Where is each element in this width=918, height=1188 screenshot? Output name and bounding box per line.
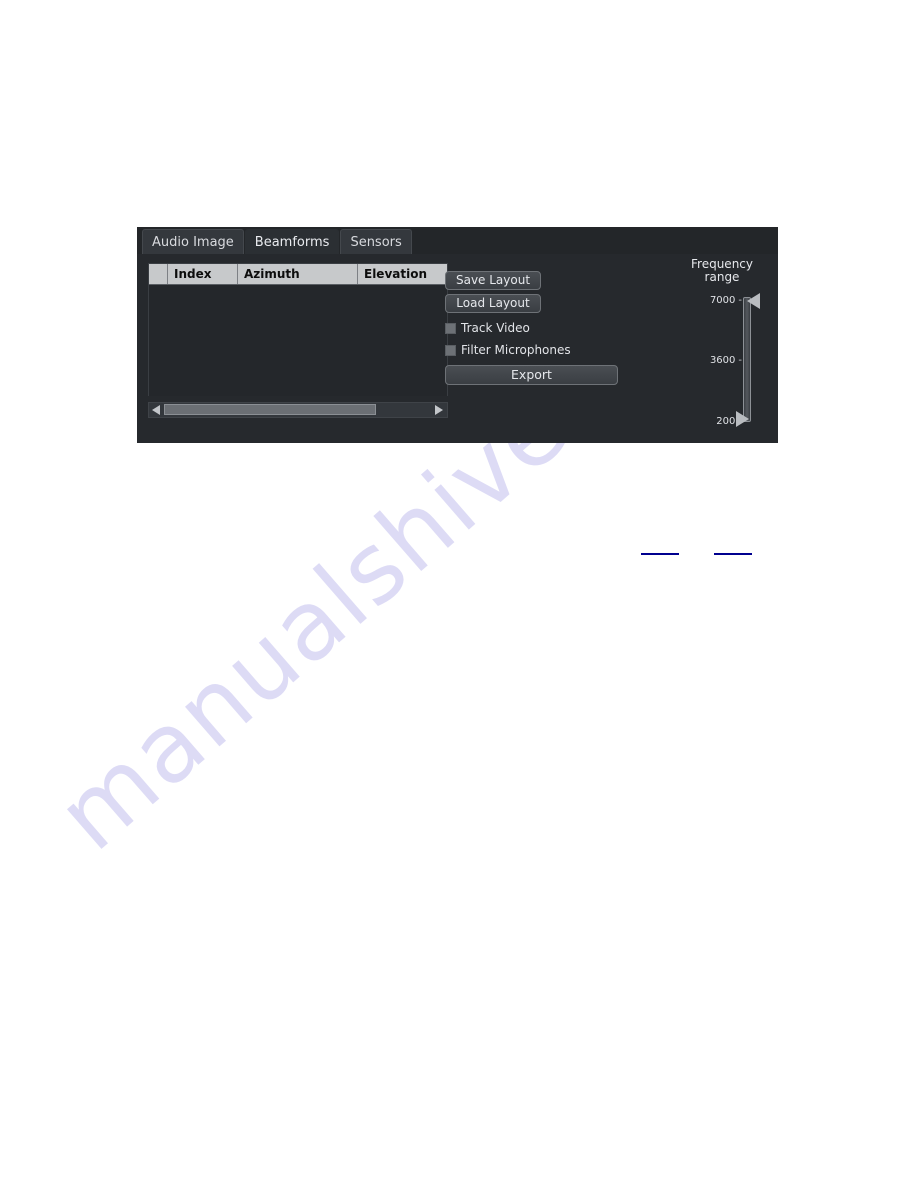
tab-strip: Audio Image Beamforms Sensors — [137, 227, 778, 254]
frequency-slider-thumb-low[interactable] — [736, 411, 749, 427]
table-header-azimuth[interactable]: Azimuth — [238, 264, 358, 284]
frequency-range-title: Frequency range — [677, 258, 767, 284]
link-underline-2[interactable] — [714, 553, 752, 555]
frequency-slider-thumb-high[interactable] — [747, 293, 760, 309]
scrollbar-track[interactable] — [164, 403, 432, 417]
frequency-tick-mid: 3600- — [710, 355, 742, 366]
filter-microphones-label: Filter Microphones — [461, 343, 571, 357]
table-body-empty[interactable] — [149, 285, 447, 396]
link-underline-1[interactable] — [641, 553, 679, 555]
export-button[interactable]: Export — [445, 365, 618, 385]
save-layout-button[interactable]: Save Layout — [445, 271, 541, 290]
filter-microphones-checkbox[interactable] — [445, 344, 456, 356]
frequency-tick-min-value: 200 — [716, 416, 736, 427]
beamforms-panel: Audio Image Beamforms Sensors Index Azim… — [137, 227, 778, 443]
frequency-tick-mid-value: 3600 — [709, 355, 736, 366]
track-video-checkbox-row[interactable]: Track Video — [445, 321, 635, 335]
frequency-title-line2: range — [704, 270, 740, 284]
panel-body: Index Azimuth Elevation Save Layout Load… — [137, 254, 778, 443]
frequency-range-control: Frequency range 7000- 3600- 200- — [675, 258, 771, 438]
triangle-right-icon[interactable] — [432, 403, 447, 417]
track-video-label: Track Video — [461, 321, 530, 335]
table-header-handle[interactable] — [149, 264, 168, 284]
triangle-left-icon[interactable] — [149, 403, 164, 417]
beamform-table: Index Azimuth Elevation — [148, 263, 448, 396]
load-layout-button[interactable]: Load Layout — [445, 294, 541, 313]
frequency-slider-area: 7000- 3600- 200- — [675, 291, 771, 431]
watermark-overlay: manualshive.com — [0, 0, 918, 1188]
frequency-tick-mid-dash: - — [738, 355, 742, 366]
track-video-checkbox[interactable] — [445, 322, 456, 334]
frequency-tick-max: 7000- — [710, 295, 742, 306]
table-header-elevation[interactable]: Elevation — [358, 264, 447, 284]
controls-column: Save Layout Load Layout Track Video Filt… — [445, 271, 635, 385]
frequency-slider-track[interactable] — [743, 297, 751, 422]
filter-microphones-checkbox-row[interactable]: Filter Microphones — [445, 343, 635, 357]
tab-beamforms[interactable]: Beamforms — [244, 229, 340, 254]
frequency-tick-max-dash: - — [738, 295, 742, 306]
table-horizontal-scrollbar[interactable] — [148, 402, 448, 418]
table-header-index[interactable]: Index — [168, 264, 238, 284]
table-header-row: Index Azimuth Elevation — [149, 264, 447, 285]
tab-audio-image[interactable]: Audio Image — [142, 229, 244, 254]
scrollbar-thumb[interactable] — [164, 404, 376, 415]
tab-sensors[interactable]: Sensors — [340, 229, 412, 254]
frequency-tick-max-value: 7000 — [709, 295, 736, 306]
